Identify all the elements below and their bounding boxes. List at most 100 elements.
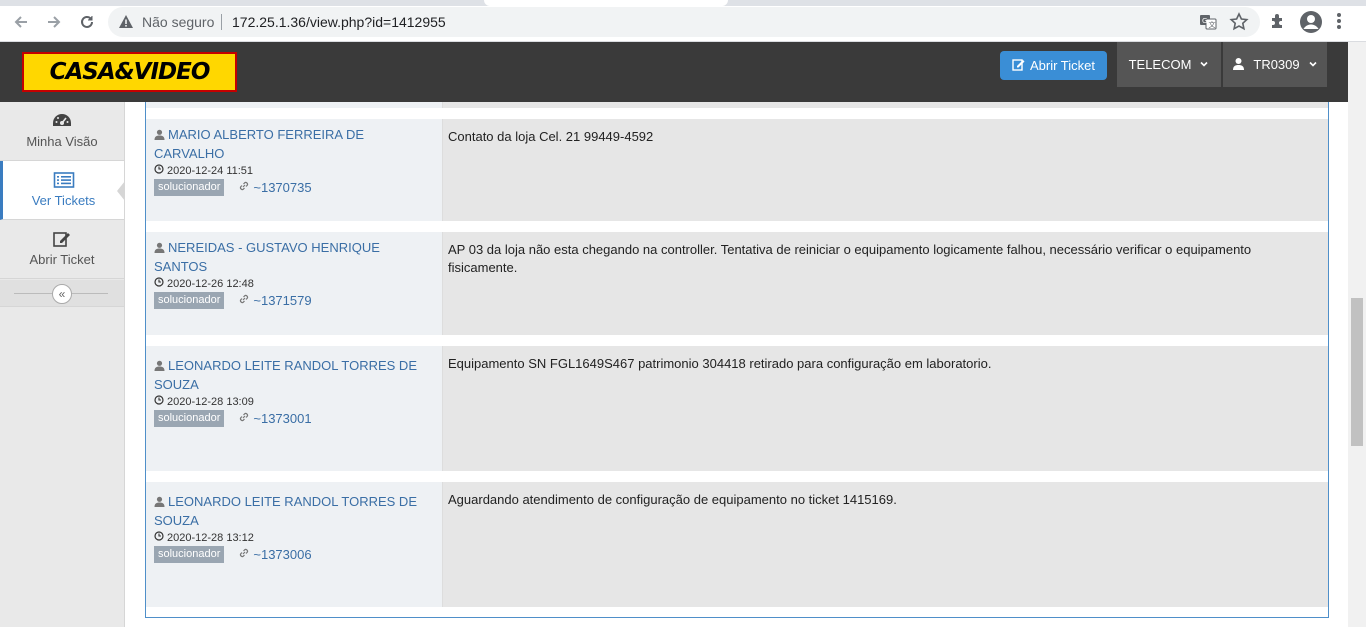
translate-icon[interactable]: G文 <box>1199 13 1217 36</box>
app-header: CASA&VIDEO Abrir Ticket TELECOM TR0309 <box>0 42 1348 102</box>
svg-text:文: 文 <box>1209 20 1216 29</box>
clock-icon <box>154 277 164 290</box>
chevron-down-icon <box>1199 57 1209 72</box>
profile-icon[interactable] <box>1299 10 1323 39</box>
list-icon <box>3 171 124 189</box>
kebab-menu-icon[interactable] <box>1336 11 1342 36</box>
entry-message: Aguardando atendimento de configuração d… <box>443 482 1328 607</box>
clock-icon <box>154 531 164 544</box>
list-item: MARIO ALBERTO FERREIRA DE CARVALHO 2020-… <box>146 119 1328 221</box>
role-badge: solucionador <box>154 179 225 196</box>
datetime-text: 2020-12-24 11:51 <box>167 164 254 177</box>
reference-link[interactable]: ~1370735 <box>238 180 312 195</box>
entry-meta: MARIO ALBERTO FERREIRA DE CARVALHO 2020-… <box>146 119 443 221</box>
url-text[interactable]: 172.25.1.36/view.php?id=1412955 <box>232 14 446 30</box>
warning-icon[interactable] <box>118 14 134 35</box>
chevron-down-icon <box>1308 57 1318 72</box>
user-icon <box>154 127 165 145</box>
spacer <box>146 108 1328 119</box>
svg-text:G: G <box>1202 17 1207 25</box>
active-tab[interactable] <box>484 0 728 6</box>
entry-message: AP 03 da loja não esta chegando na contr… <box>443 232 1328 335</box>
reference-link[interactable]: ~1373006 <box>238 547 312 562</box>
address-bar[interactable]: Não seguro 172.25.1.36/view.php?id=14129… <box>108 7 1260 37</box>
extensions-icon[interactable] <box>1269 12 1287 35</box>
author-link[interactable]: LEONARDO LEITE RANDOL TORRES DE SOUZA <box>154 493 434 530</box>
double-chevron-left-icon[interactable]: « <box>52 284 72 304</box>
sidebar-item-abrir-ticket[interactable]: Abrir Ticket <box>0 220 124 279</box>
role-badge: solucionador <box>154 410 225 427</box>
entry-message: Contato da loja Cel. 21 99449-4592 <box>443 119 1328 221</box>
entry-date: 2020-12-28 13:12 <box>154 531 434 544</box>
ticket-history-panel: MARIO ALBERTO FERREIRA DE CARVALHO 2020-… <box>145 102 1329 618</box>
entry-tags: solucionador ~1373001 <box>154 410 434 427</box>
spacer <box>146 335 1328 346</box>
user-label: TR0309 <box>1253 57 1300 72</box>
role-badge: solucionador <box>154 292 225 309</box>
group-dropdown[interactable]: TELECOM <box>1117 42 1221 87</box>
user-icon <box>1232 57 1245 73</box>
entry-tags: solucionador ~1373006 <box>154 546 434 563</box>
sidebar-item-label: Abrir Ticket <box>29 252 95 267</box>
author-name: MARIO ALBERTO FERREIRA DE CARVALHO <box>154 127 365 161</box>
dashboard-icon <box>0 112 124 130</box>
list-item: LEONARDO LEITE RANDOL TORRES DE SOUZA 20… <box>146 346 1328 471</box>
open-ticket-button[interactable]: Abrir Ticket <box>1000 51 1107 80</box>
link-icon <box>238 293 250 308</box>
entry-date: 2020-12-24 11:51 <box>154 164 434 177</box>
spacer <box>146 471 1328 482</box>
author-name: LEONARDO LEITE RANDOL TORRES DE SOUZA <box>154 358 417 392</box>
entry-meta: NEREIDAS - GUSTAVO HENRIQUE SANTOS 2020-… <box>146 232 443 335</box>
link-icon <box>238 411 250 426</box>
page-scrollbar[interactable] <box>1348 42 1366 627</box>
entry-meta: LEONARDO LEITE RANDOL TORRES DE SOUZA 20… <box>146 482 443 607</box>
reference-link[interactable]: ~1371579 <box>238 293 312 308</box>
back-icon[interactable] <box>10 11 32 33</box>
user-icon <box>154 494 165 512</box>
browser-toolbar: Não seguro 172.25.1.36/view.php?id=14129… <box>0 0 1366 42</box>
reference-link[interactable]: ~1373001 <box>238 411 312 426</box>
sidebar-collapse[interactable]: « <box>0 280 124 307</box>
open-ticket-label: Abrir Ticket <box>1029 58 1095 73</box>
role-badge: solucionador <box>154 546 225 563</box>
author-link[interactable]: NEREIDAS - GUSTAVO HENRIQUE SANTOS <box>154 239 434 276</box>
clock-icon <box>154 395 164 408</box>
reload-icon[interactable] <box>76 11 98 33</box>
reference-text: ~1371579 <box>253 293 312 308</box>
link-icon <box>238 547 250 562</box>
link-icon <box>238 180 250 195</box>
scrollbar-thumb[interactable] <box>1351 298 1363 446</box>
reference-text: ~1373006 <box>253 547 312 562</box>
list-item: LEONARDO LEITE RANDOL TORRES DE SOUZA 20… <box>146 482 1328 607</box>
edit-icon <box>1012 58 1025 74</box>
datetime-text: 2020-12-28 13:12 <box>167 531 254 544</box>
entry-meta: LEONARDO LEITE RANDOL TORRES DE SOUZA 20… <box>146 346 443 471</box>
clock-icon <box>154 164 164 177</box>
datetime-text: 2020-12-28 13:09 <box>167 395 254 408</box>
author-name: LEONARDO LEITE RANDOL TORRES DE SOUZA <box>154 494 417 528</box>
logo[interactable]: CASA&VIDEO <box>22 52 237 92</box>
insecure-label[interactable]: Não seguro <box>142 14 214 30</box>
sidebar: Minha Visão Ver Tickets Abrir Ticket « <box>0 102 125 627</box>
sidebar-item-ver-tickets[interactable]: Ver Tickets <box>0 161 125 220</box>
star-icon[interactable] <box>1229 12 1249 37</box>
forward-icon[interactable] <box>43 11 65 33</box>
datetime-text: 2020-12-26 12:48 <box>167 277 254 290</box>
spacer <box>146 221 1328 232</box>
author-link[interactable]: LEONARDO LEITE RANDOL TORRES DE SOUZA <box>154 357 434 394</box>
omnibox-divider <box>221 14 222 30</box>
entry-message: Equipamento SN FGL1649S467 patrimonio 30… <box>443 346 1328 471</box>
reference-text: ~1370735 <box>253 180 312 195</box>
author-link[interactable]: MARIO ALBERTO FERREIRA DE CARVALHO <box>154 126 434 163</box>
reference-text: ~1373001 <box>253 411 312 426</box>
author-name: NEREIDAS - GUSTAVO HENRIQUE SANTOS <box>154 240 380 274</box>
user-dropdown[interactable]: TR0309 <box>1223 42 1327 87</box>
list-item: NEREIDAS - GUSTAVO HENRIQUE SANTOS 2020-… <box>146 232 1328 335</box>
entry-tags: solucionador ~1370735 <box>154 179 434 196</box>
group-label: TELECOM <box>1128 57 1192 72</box>
logo-text: CASA&VIDEO <box>49 59 211 85</box>
user-icon <box>154 358 165 376</box>
entry-date: 2020-12-28 13:09 <box>154 395 434 408</box>
sidebar-item-minha-visao[interactable]: Minha Visão <box>0 102 124 161</box>
user-icon <box>154 240 165 258</box>
